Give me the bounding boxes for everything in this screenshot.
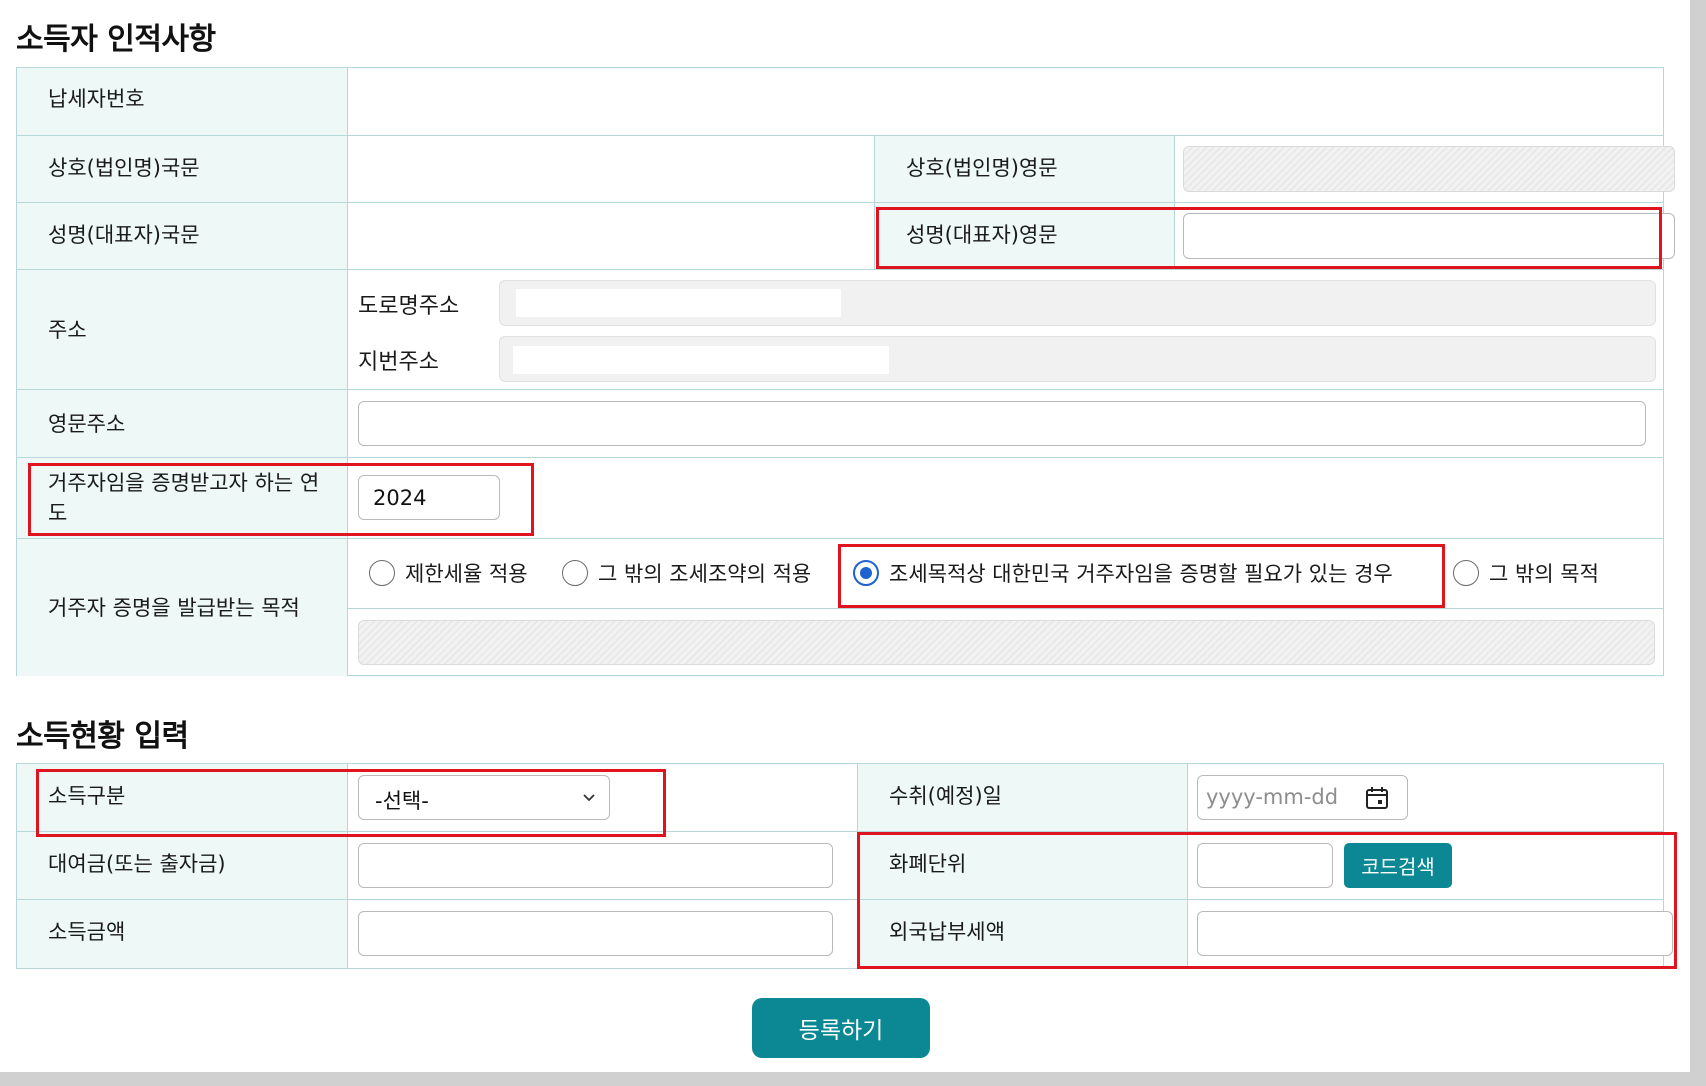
income-type-select[interactable]: -선택-: [358, 775, 610, 820]
purpose-radio-1[interactable]: [369, 560, 395, 586]
row-company-en-label: 상호(법인명)영문: [875, 136, 1175, 203]
year-label: 거주자임을 증명받고자 하는 연도: [48, 471, 320, 525]
row-income-amount-label: 소득금액: [17, 900, 348, 968]
lot-address-label: 지번주소: [358, 350, 439, 375]
row-address-label: 주소: [17, 270, 348, 390]
foreign-tax-label: 외국납부세액: [889, 920, 1005, 944]
income-status-table: 소득구분 -선택- 수취(예정)일 yyyy-mm-dd 대여금(또는 출자금)…: [16, 763, 1673, 969]
purpose-option-4-label: 그 밖의 목적: [1489, 562, 1599, 586]
income-type-selected: -선택-: [375, 789, 429, 813]
row-foreign-tax-label: 외국납부세액: [858, 900, 1188, 968]
row-name-kr-label: 성명(대표자)국문: [17, 203, 348, 270]
income-type-label: 소득구분: [48, 784, 126, 808]
row-company-kr-label: 상호(법인명)국문: [17, 136, 348, 203]
income-amount-label: 소득금액: [48, 920, 126, 944]
year-cell: [348, 458, 1663, 539]
lot-address-redacted: [513, 346, 889, 374]
income-amount-input[interactable]: [358, 911, 833, 956]
purpose-option-3-label: 조세목적상 대한민국 거주자임을 증명할 필요가 있는 경우: [889, 562, 1393, 586]
currency-cell: 코드검색: [1188, 832, 1663, 900]
purpose-radio-4[interactable]: [1453, 560, 1479, 586]
purpose-detail-field: [358, 620, 1655, 665]
purpose-option-2-label: 그 밖의 조세조약의 적용: [598, 562, 812, 586]
purpose-detail-cell: [348, 609, 1663, 676]
company-en-label: 상호(법인명)영문: [906, 156, 1058, 180]
purpose-radio-3[interactable]: [853, 560, 879, 586]
taxpayer-number-label: 납세자번호: [48, 87, 145, 111]
row-name-en-label: 성명(대표자)영문: [875, 203, 1175, 270]
name-kr-label: 성명(대표자)국문: [48, 223, 200, 247]
company-en-cell: [1175, 136, 1675, 203]
name-kr-value: [348, 203, 875, 270]
currency-label: 화폐단위: [889, 852, 967, 876]
income-amount-cell: [348, 900, 858, 968]
loan-input[interactable]: [358, 843, 833, 888]
foreign-tax-cell: [1188, 900, 1673, 968]
row-receipt-date-label: 수취(예정)일: [858, 764, 1188, 832]
submit-button[interactable]: 등록하기: [752, 998, 930, 1058]
chevron-down-icon: [583, 794, 595, 802]
purpose-options-cell: 제한세율 적용 그 밖의 조세조약의 적용 조세목적상 대한민국 거주자임을 증…: [348, 539, 1663, 609]
company-en-field: [1183, 146, 1675, 192]
address-cell: 도로명주소 지번주소: [348, 270, 1663, 390]
lot-address-field: [499, 336, 1656, 382]
english-address-label: 영문주소: [48, 412, 126, 436]
row-loan-label: 대여금(또는 출자금): [17, 832, 348, 900]
purpose-option-1-label: 제한세율 적용: [405, 562, 528, 586]
address-label: 주소: [48, 318, 87, 342]
personal-info-table: 납세자번호 상호(법인명)국문 상호(법인명)영문 성명(대표자)국문 성명(대…: [16, 67, 1675, 676]
code-search-button[interactable]: 코드검색: [1344, 843, 1452, 888]
receipt-date-label: 수취(예정)일: [889, 784, 1002, 808]
receipt-date-cell: yyyy-mm-dd: [1188, 764, 1663, 832]
year-input[interactable]: [358, 475, 500, 520]
loan-label: 대여금(또는 출자금): [48, 852, 226, 876]
calendar-icon[interactable]: [1365, 786, 1389, 810]
purpose-label: 거주자 증명을 발급받는 목적: [48, 596, 300, 620]
section-title-income-status: 소득현황 입력: [16, 719, 189, 754]
foreign-tax-input[interactable]: [1197, 911, 1673, 956]
currency-input[interactable]: [1197, 843, 1333, 888]
name-en-label: 성명(대표자)영문: [906, 223, 1058, 247]
road-address-label: 도로명주소: [358, 294, 460, 319]
row-income-type-label: 소득구분: [17, 764, 348, 832]
row-year-label: 거주자임을 증명받고자 하는 연도: [17, 458, 348, 539]
page: 소득자 인적사항 납세자번호 상호(법인명)국문 상호(법인명)영문 성명(대표…: [0, 0, 1690, 1072]
english-address-input[interactable]: [358, 401, 1646, 446]
purpose-radio-2[interactable]: [562, 560, 588, 586]
income-type-cell: -선택-: [348, 764, 858, 832]
english-address-cell: [348, 390, 1663, 458]
row-taxpayer-number-label: 납세자번호: [17, 68, 348, 136]
company-kr-value: [348, 136, 875, 203]
road-address-field: [499, 280, 1656, 326]
name-en-input[interactable]: [1183, 213, 1675, 259]
loan-cell: [348, 832, 858, 900]
road-address-redacted: [516, 289, 841, 317]
taxpayer-number-value: [348, 68, 1663, 136]
row-currency-label: 화폐단위: [858, 832, 1188, 900]
receipt-date-input[interactable]: yyyy-mm-dd: [1197, 775, 1408, 820]
row-purpose-label: 거주자 증명을 발급받는 목적: [17, 539, 348, 676]
section-title-personal-info: 소득자 인적사항: [16, 22, 216, 57]
row-english-address-label: 영문주소: [17, 390, 348, 458]
receipt-date-placeholder: yyyy-mm-dd: [1206, 785, 1339, 809]
name-en-cell: [1175, 203, 1675, 270]
company-kr-label: 상호(법인명)국문: [48, 156, 200, 180]
